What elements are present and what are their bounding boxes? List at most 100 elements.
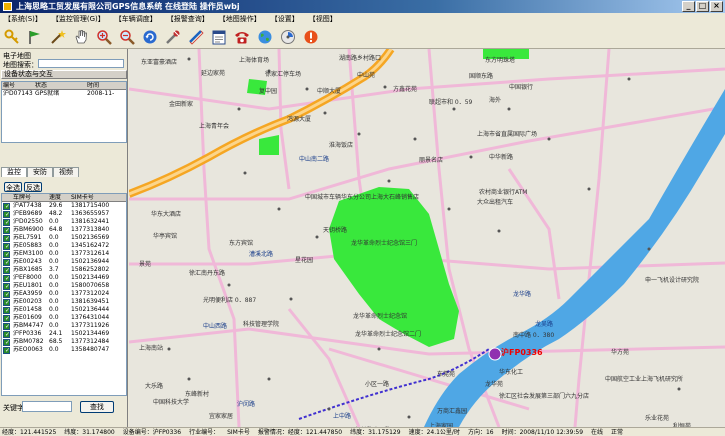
magic-wand-icon[interactable] (48, 27, 68, 47)
vehicle-checkbox[interactable]: ✓ (3, 322, 10, 330)
flag-icon[interactable] (25, 27, 45, 47)
globe-icon[interactable] (255, 27, 275, 47)
vehicle-checkbox[interactable]: ✓ (3, 250, 10, 258)
menu-map[interactable]: 【地图操作】 (217, 13, 263, 25)
vehicle-checkbox[interactable]: ✓ (3, 298, 10, 306)
vehicle-row[interactable]: ✓ 沪D02550 0.0 1381632441 (2, 218, 126, 226)
vehicle-row[interactable]: ✓ 苏BX1685 3.7 1586252802 (2, 266, 126, 274)
map-place-label: 淮海饭店 (329, 142, 354, 149)
vehicle-row[interactable]: ✓ 沪AT7438 29.6 1381715400 (2, 202, 126, 210)
menu-view[interactable]: 【视图】 (307, 13, 339, 25)
vehicle-checkbox[interactable]: ✓ (3, 346, 10, 354)
search-button[interactable]: 查找 (80, 401, 114, 413)
map-place-label: 申一飞机设计研究院 (645, 277, 700, 284)
green-space (259, 135, 279, 155)
vehicle-sim: 1377313840 (71, 226, 110, 233)
vehicle-row[interactable]: ✓ 苏EA3959 0.0 1377312024 (2, 290, 126, 298)
vehicle-plate: 苏BX1685 (13, 266, 43, 273)
vehicle-row[interactable]: ✓ 苏BM4747 0.0 1377311926 (2, 322, 126, 330)
vehicle-speed: 0.0 (49, 282, 59, 289)
status-item: 纬度：31.175129 (350, 429, 401, 436)
map-place-label: 华东化工 (499, 369, 524, 376)
vehicle-checkbox[interactable]: ✓ (3, 306, 10, 314)
vehicle-row[interactable]: ✓ 苏EM3100 0.0 1377312614 (2, 250, 126, 258)
telephone-icon[interactable] (232, 27, 252, 47)
measure-icon[interactable] (186, 27, 206, 47)
tab-video[interactable]: 视频 (53, 167, 79, 177)
menu-alarm[interactable]: 【报警查询】 (165, 13, 211, 25)
menu-dispatch[interactable]: 【车辆调度】 (113, 13, 159, 25)
maximize-button[interactable]: □ (696, 1, 709, 12)
vehicle-row[interactable]: ✓ 苏E05883 0.0 1345162472 (2, 242, 126, 250)
vehicle-header-plate: 车牌号 (13, 194, 32, 201)
hand-pan-icon[interactable] (71, 27, 91, 47)
vehicle-plate: 沪EB9689 (13, 210, 43, 217)
vehicle-row[interactable]: ✓ 苏E01458 0.0 1502136444 (2, 306, 126, 314)
tab-security[interactable]: 安防 (27, 167, 53, 177)
map-place-label: 联超市和 0．59 (429, 99, 473, 106)
map-view[interactable]: 东亚富豪酒店 上海体育场 湖南路乡村路口 东方明珠塔 延边家苑 徐家汇停车场 中山苑 国顺东路… (129, 49, 725, 427)
vehicle-sim: 1377311926 (71, 322, 110, 329)
vehicle-plate: 苏EM3100 (13, 250, 44, 257)
vehicle-row[interactable]: ✓ 沪EB9689 48.2 1363655957 (2, 210, 126, 218)
key-icon[interactable] (2, 27, 22, 47)
vehicle-row[interactable]: ✓ 苏E00243 0.0 1502136944 (2, 258, 126, 266)
settings-icon[interactable] (278, 27, 298, 47)
tab-monitor[interactable]: 监控 (1, 167, 27, 177)
map-search-input[interactable] (38, 59, 124, 68)
vehicle-checkbox[interactable]: ✓ (3, 330, 10, 338)
vehicle-checkbox[interactable]: ✓ (3, 290, 10, 298)
menu-system[interactable]: 【系统(S)】 (2, 13, 44, 25)
vehicle-checkbox[interactable]: ✓ (3, 338, 10, 346)
vehicle-checkbox[interactable]: ✓ (3, 218, 10, 226)
menu-monitor[interactable]: 【监控管理(G)】 (50, 13, 107, 25)
vehicle-row[interactable]: ✓ 沪FP0336 24.1 1502134469 (2, 330, 126, 338)
zoom-out-icon[interactable] (117, 27, 137, 47)
minimize-button[interactable]: _ (682, 1, 695, 12)
vehicle-row[interactable]: ✓ 苏E00203 0.0 1381639451 (2, 298, 126, 306)
vehicle-checkbox[interactable]: ✓ (3, 234, 10, 242)
vehicle-checkbox[interactable]: ✓ (3, 210, 10, 218)
keyword-input[interactable] (22, 401, 72, 412)
vehicle-label[interactable]: 沪FP0336 (501, 347, 543, 358)
vehicle-sim: 1358480747 (71, 346, 110, 353)
title-bar: 上海思略工贸发展有限公司GPS信息系统 在线登陆 操作员wbj _ □ × (0, 0, 725, 13)
map-place-label: 东莞苑 (437, 371, 456, 378)
vehicle-row[interactable]: ✓ 沪EF8000 0.0 1502134469 (2, 274, 126, 282)
vehicle-marker[interactable] (488, 347, 502, 361)
form-icon[interactable] (209, 27, 229, 47)
vehicle-checkbox[interactable]: ✓ (3, 258, 10, 266)
status-item: 报警情况：经度：121.447850 (257, 429, 343, 436)
vehicle-plate: 苏EA3959 (13, 290, 43, 297)
map-place-label: 光明便利店 0．887 (203, 297, 257, 304)
vehicle-row[interactable]: ✓ 苏EO0063 0.0 1358480747 (2, 346, 126, 354)
close-button[interactable]: × (710, 1, 723, 12)
vehicle-speed: 0.0 (49, 322, 59, 329)
vehicle-row[interactable]: ✓ 苏EL7591 0.0 1502136569 (2, 234, 126, 242)
vehicle-row[interactable]: ✓ 苏BM0782 68.5 1377312484 (2, 338, 126, 346)
vehicle-checkbox[interactable]: ✓ (3, 202, 10, 210)
vehicle-checkbox[interactable]: ✓ (3, 282, 10, 290)
vehicle-checkbox[interactable]: ✓ (3, 274, 10, 282)
refresh-icon[interactable] (140, 27, 160, 47)
invert-select-button[interactable]: 反选 (24, 182, 42, 192)
vehicle-row[interactable]: ✓ 苏BM6900 64.8 1377313840 (2, 226, 126, 234)
vehicle-row[interactable]: ✓ 苏E01609 0.0 1376431044 (2, 314, 126, 322)
map-place-label: 徐家汇停车场 (265, 71, 302, 78)
map-place-label: 丽景名店 (419, 157, 444, 164)
vehicle-checkbox[interactable]: ✓ (3, 266, 10, 274)
device-row[interactable]: 沪D07143 GPS就绪 2008-11- (2, 90, 126, 98)
vehicle-checkbox[interactable]: ✓ (3, 226, 10, 234)
vehicle-checkbox[interactable]: ✓ (3, 314, 10, 322)
tools-icon[interactable] (163, 27, 183, 47)
menu-settings[interactable]: 【设置】 (269, 13, 301, 25)
info-icon[interactable] (301, 27, 321, 47)
map-place-label: 国顺东路 (469, 73, 494, 80)
select-all-button[interactable]: 全选 (4, 182, 22, 192)
zoom-in-icon[interactable] (94, 27, 114, 47)
vehicle-row[interactable]: ✓ 苏EU1801 0.0 1580070658 (2, 282, 126, 290)
vehicle-speed: 64.8 (49, 226, 63, 233)
vehicle-plate: 沪FP0336 (13, 330, 42, 337)
vehicle-plate: 苏E00203 (13, 298, 42, 305)
vehicle-checkbox[interactable]: ✓ (3, 242, 10, 250)
